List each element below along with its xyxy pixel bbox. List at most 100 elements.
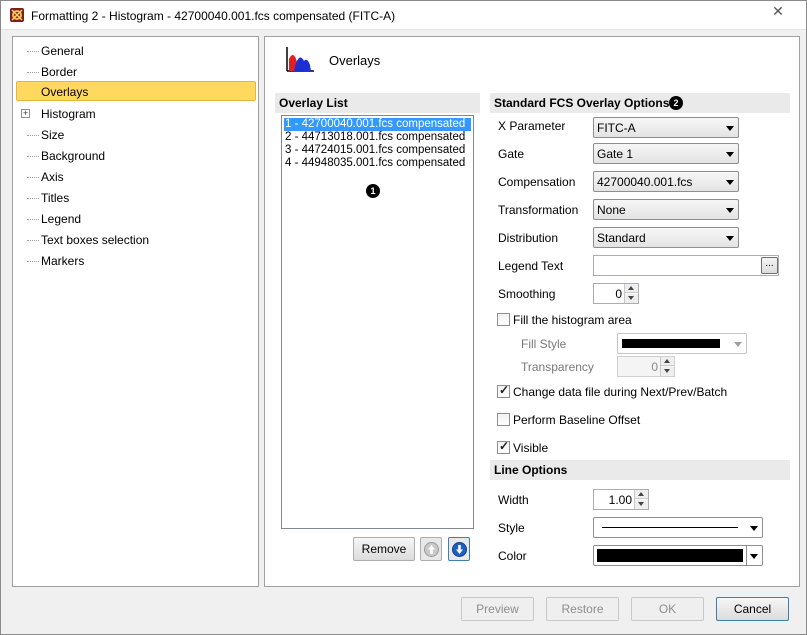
smoothing-label: Smoothing <box>498 287 556 301</box>
spin-up-icon[interactable] <box>661 357 674 366</box>
change-data-file-checkbox[interactable] <box>497 383 510 398</box>
fill-area-checkbox[interactable] <box>497 313 510 326</box>
preview-button[interactable]: Preview <box>461 597 534 621</box>
spin-down-icon[interactable] <box>625 294 638 303</box>
sidebar-item-overlays[interactable]: Overlays <box>13 81 258 102</box>
sidebar-item-border[interactable]: Border <box>13 62 258 83</box>
overlay-list-title: Overlay List <box>279 96 348 110</box>
compensation-value: 42700040.001.fcs <box>597 175 693 189</box>
transformation-value: None <box>597 203 626 217</box>
sidebar-item-titles[interactable]: Titles <box>13 188 258 209</box>
list-item[interactable]: 3 - 44724015.001.fcs compensated <box>284 144 471 157</box>
sidebar-item-size[interactable]: Size <box>13 125 258 146</box>
remove-button[interactable]: Remove <box>353 537 415 561</box>
x-parameter-dropdown[interactable]: FITC-A <box>593 117 739 138</box>
legend-text-browse-button[interactable]: ... <box>761 257 778 274</box>
sidebar-item-text-boxes-selection[interactable]: Text boxes selection <box>13 230 258 251</box>
line-options-title: Line Options <box>494 463 568 477</box>
fill-area-label: Fill the histogram area <box>513 313 632 327</box>
chevron-down-icon <box>726 180 734 185</box>
smoothing-value: 0 <box>615 287 622 301</box>
line-options-header: Line Options <box>490 460 790 480</box>
move-up-button[interactable] <box>420 537 442 561</box>
list-item[interactable]: 1 - 42700040.001.fcs compensated <box>283 117 472 132</box>
move-down-button[interactable] <box>448 537 470 561</box>
sidebar-item-label: Border <box>41 65 78 79</box>
sidebar-item-label: General <box>41 44 84 58</box>
tree-connector <box>27 261 39 262</box>
stepper-buttons <box>624 284 638 303</box>
sidebar-item-label: Overlays <box>41 85 89 99</box>
formatting-dialog: Formatting 2 - Histogram - 42700040.001.… <box>0 0 807 635</box>
transformation-label: Transformation <box>498 203 579 217</box>
transparency-value: 0 <box>651 360 658 374</box>
sidebar-item-label: Legend <box>41 212 82 226</box>
transformation-dropdown[interactable]: None <box>593 199 739 220</box>
tree-connector <box>27 240 39 241</box>
smoothing-stepper[interactable]: 0 <box>593 283 639 304</box>
sidebar-item-legend[interactable]: Legend <box>13 209 258 230</box>
sidebar-item-general[interactable]: General <box>13 41 258 62</box>
fill-style-label: Fill Style <box>521 337 567 351</box>
distribution-label: Distribution <box>498 231 559 245</box>
callout-badge-2: 2 <box>669 96 683 110</box>
chevron-down-icon <box>750 526 758 531</box>
fill-style-dropdown[interactable] <box>617 333 747 354</box>
divider <box>746 546 747 565</box>
tree-connector <box>27 72 39 73</box>
line-color-label: Color <box>498 549 527 563</box>
spin-down-icon[interactable] <box>661 367 674 376</box>
close-icon[interactable]: ✕ <box>756 2 800 21</box>
page-title: Overlays <box>329 53 381 68</box>
legend-text-field[interactable] <box>593 255 779 276</box>
line-style-dropdown[interactable] <box>593 517 763 538</box>
sidebar-item-markers[interactable]: Markers <box>13 251 258 272</box>
sidebar-item-label: Background <box>41 149 106 163</box>
tree-connector <box>27 219 39 220</box>
line-color-dropdown[interactable] <box>593 545 763 566</box>
chevron-down-icon <box>726 152 734 157</box>
overlay-list-header: Overlay List <box>275 93 480 113</box>
stepper-buttons <box>634 490 648 509</box>
sidebar-item-label: Markers <box>41 254 85 268</box>
distribution-dropdown[interactable]: Standard <box>593 227 739 248</box>
x-parameter-value: FITC-A <box>597 121 636 135</box>
overlay-options-title: Standard FCS Overlay Options <box>494 96 670 110</box>
restore-button[interactable]: Restore <box>546 597 619 621</box>
expand-icon[interactable]: + <box>21 109 30 118</box>
chevron-down-icon <box>726 236 734 241</box>
spin-down-icon[interactable] <box>635 500 648 509</box>
tree-connector <box>27 51 39 52</box>
gate-dropdown[interactable]: Gate 1 <box>593 143 739 164</box>
compensation-dropdown[interactable]: 42700040.001.fcs <box>593 171 739 192</box>
sidebar-item-label: Histogram <box>41 107 96 121</box>
fill-style-swatch <box>622 339 720 348</box>
sidebar-item-background[interactable]: Background <box>13 146 258 167</box>
visible-checkbox[interactable] <box>497 439 510 454</box>
line-width-value: 1.00 <box>608 493 632 507</box>
ok-button[interactable]: OK <box>631 597 704 621</box>
cancel-button[interactable]: Cancel <box>716 597 789 621</box>
baseline-offset-checkbox[interactable] <box>497 413 510 426</box>
tree-connector <box>27 198 39 199</box>
histogram-overlay-icon <box>286 47 314 72</box>
spin-up-icon[interactable] <box>635 490 648 499</box>
tree-connector <box>27 177 39 178</box>
sidebar-item-histogram[interactable]: + Histogram <box>13 104 258 125</box>
window-title: Formatting 2 - Histogram - 42700040.001.… <box>31 9 396 23</box>
transparency-stepper[interactable]: 0 <box>617 356 675 377</box>
spin-up-icon[interactable] <box>625 284 638 293</box>
transparency-label: Transparency <box>521 360 594 374</box>
distribution-value: Standard <box>597 231 646 245</box>
sidebar-item-label: Axis <box>41 170 64 184</box>
list-item[interactable]: 4 - 44948035.001.fcs compensated <box>284 157 471 170</box>
overlay-listbox[interactable]: 1 - 42700040.001.fcs compensated 2 - 447… <box>281 115 474 529</box>
compensation-label: Compensation <box>498 175 576 189</box>
sidebar-item-axis[interactable]: Axis <box>13 167 258 188</box>
list-item[interactable]: 2 - 44713018.001.fcs compensated <box>284 131 471 144</box>
category-tree: General Border Overlays + Histogram Size… <box>12 36 259 587</box>
line-width-stepper[interactable]: 1.00 <box>593 489 649 510</box>
line-style-preview <box>602 527 738 528</box>
visible-label: Visible <box>513 441 549 455</box>
tree-connector <box>27 156 39 157</box>
